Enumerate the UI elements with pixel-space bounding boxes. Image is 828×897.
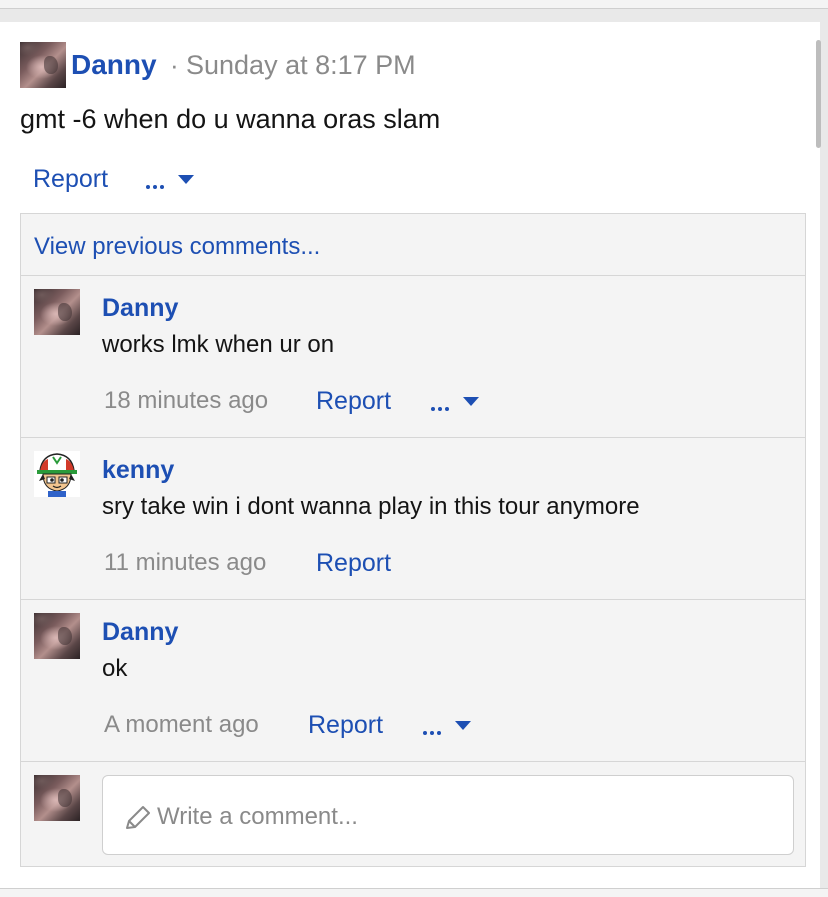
divider <box>21 275 805 276</box>
post-report-link[interactable]: Report <box>33 164 108 194</box>
avatar[interactable] <box>20 42 66 88</box>
comment-report-link[interactable]: Report <box>316 548 391 578</box>
view-previous-comments-link[interactable]: View previous comments... <box>34 232 320 262</box>
write-comment-field[interactable] <box>102 775 794 855</box>
caret-down-icon <box>463 397 479 406</box>
comment-text: ok <box>102 655 128 682</box>
post-author[interactable]: Danny <box>71 48 157 82</box>
avatar[interactable] <box>34 289 80 335</box>
comment-input[interactable] <box>155 798 759 836</box>
comment-timestamp[interactable]: 11 minutes ago <box>104 548 266 578</box>
comment-report-link[interactable]: Report <box>308 710 383 740</box>
divider <box>21 761 805 762</box>
caret-down-icon <box>178 175 194 184</box>
caret-down-icon <box>455 721 471 730</box>
avatar <box>34 775 80 821</box>
divider <box>21 599 805 600</box>
avatar[interactable] <box>34 451 80 497</box>
post-timestamp[interactable]: Sunday at 8:17 PM <box>186 48 416 82</box>
top-strip <box>0 0 828 9</box>
timestamp-separator: · <box>170 50 179 80</box>
post-more-menu[interactable] <box>146 170 194 190</box>
more-dots-icon <box>423 722 444 740</box>
kenny-avatar-icon <box>34 451 80 497</box>
scrollbar[interactable] <box>816 40 821 148</box>
comment-timestamp[interactable]: 18 minutes ago <box>104 386 268 416</box>
comment-report-link[interactable]: Report <box>316 386 391 416</box>
comment-text: works lmk when ur on <box>102 331 335 358</box>
comment-more-menu[interactable] <box>431 392 479 412</box>
comment-text: sry take win i dont wanna play in this t… <box>102 493 640 520</box>
more-dots-icon <box>146 176 167 194</box>
comment-more-menu[interactable] <box>423 716 471 736</box>
pencil-icon <box>126 806 150 829</box>
comment-author[interactable]: Danny <box>102 617 178 647</box>
post-text: gmt -6 when do u wanna oras slam <box>20 104 441 134</box>
comments-section: View previous comments... Danny works lm… <box>20 213 806 867</box>
avatar[interactable] <box>34 613 80 659</box>
more-dots-icon <box>431 398 452 416</box>
comment-timestamp[interactable]: A moment ago <box>104 710 259 740</box>
comment-author[interactable]: kenny <box>102 455 174 485</box>
divider <box>21 437 805 438</box>
comment-author[interactable]: Danny <box>102 293 178 323</box>
